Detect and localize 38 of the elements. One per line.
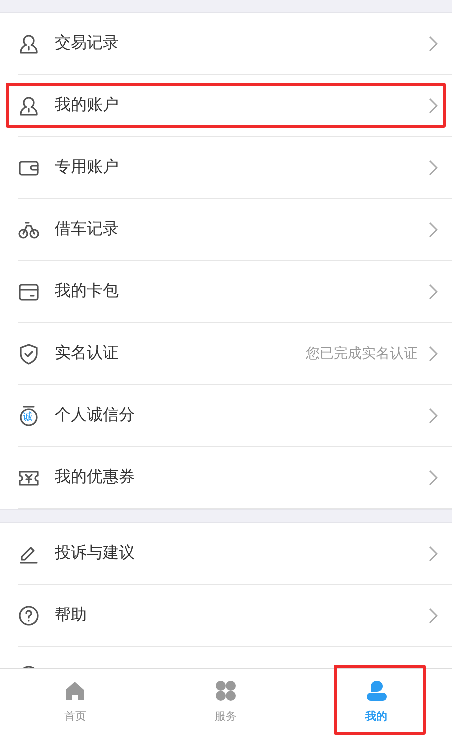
chevron-right-icon — [428, 470, 438, 486]
badge-text: 诚 — [23, 412, 33, 424]
menu-label: 投诉与建议 — [55, 543, 135, 564]
menu-label: 专用账户 — [55, 157, 119, 178]
chevron-right-icon — [428, 98, 438, 114]
menu-label: 我的账户 — [55, 95, 119, 116]
menu-item[interactable]: 借车记录 — [18, 199, 452, 261]
status-text: 您已完成实名认证 — [306, 344, 418, 362]
person-icon — [18, 32, 40, 54]
shield-check-icon — [18, 342, 40, 364]
user-icon — [364, 679, 389, 703]
medal-icon — [18, 404, 40, 426]
person-icon — [18, 94, 40, 116]
menu-label: 借车记录 — [55, 219, 119, 240]
menu-item[interactable]: 我的账户 — [18, 75, 452, 137]
chevron-right-icon — [428, 222, 438, 238]
menu-item[interactable]: 我的卡包 — [18, 261, 452, 323]
chevron-right-icon — [428, 346, 438, 362]
menu-item[interactable]: 专用账户 — [18, 137, 452, 199]
menu-label: 交易记录 — [55, 33, 119, 54]
menu-label: 个人诚信分 — [55, 405, 135, 426]
menu-item[interactable]: 交易记录 — [18, 13, 452, 75]
menu-label: 我的卡包 — [55, 281, 119, 302]
chevron-right-icon — [428, 284, 438, 300]
menu-item[interactable]: 诚 个人诚信分 — [18, 385, 452, 447]
chevron-right-icon — [428, 608, 438, 624]
menu-label: 我的优惠券 — [55, 467, 135, 488]
menu-label: 帮助 — [55, 605, 87, 626]
chevron-right-icon — [428, 546, 438, 562]
clover-icon — [214, 679, 238, 703]
chevron-right-icon — [428, 160, 438, 176]
menu-item[interactable]: 投诉与建议 — [18, 523, 452, 585]
chevron-right-icon — [428, 36, 438, 52]
menu-item[interactable]: 实名认证 您已完成实名认证 — [18, 323, 452, 385]
help-icon — [18, 604, 40, 626]
menu-label: 实名认证 — [55, 343, 119, 364]
chevron-right-icon — [428, 408, 438, 424]
menu-item[interactable]: 帮助 — [18, 585, 452, 647]
